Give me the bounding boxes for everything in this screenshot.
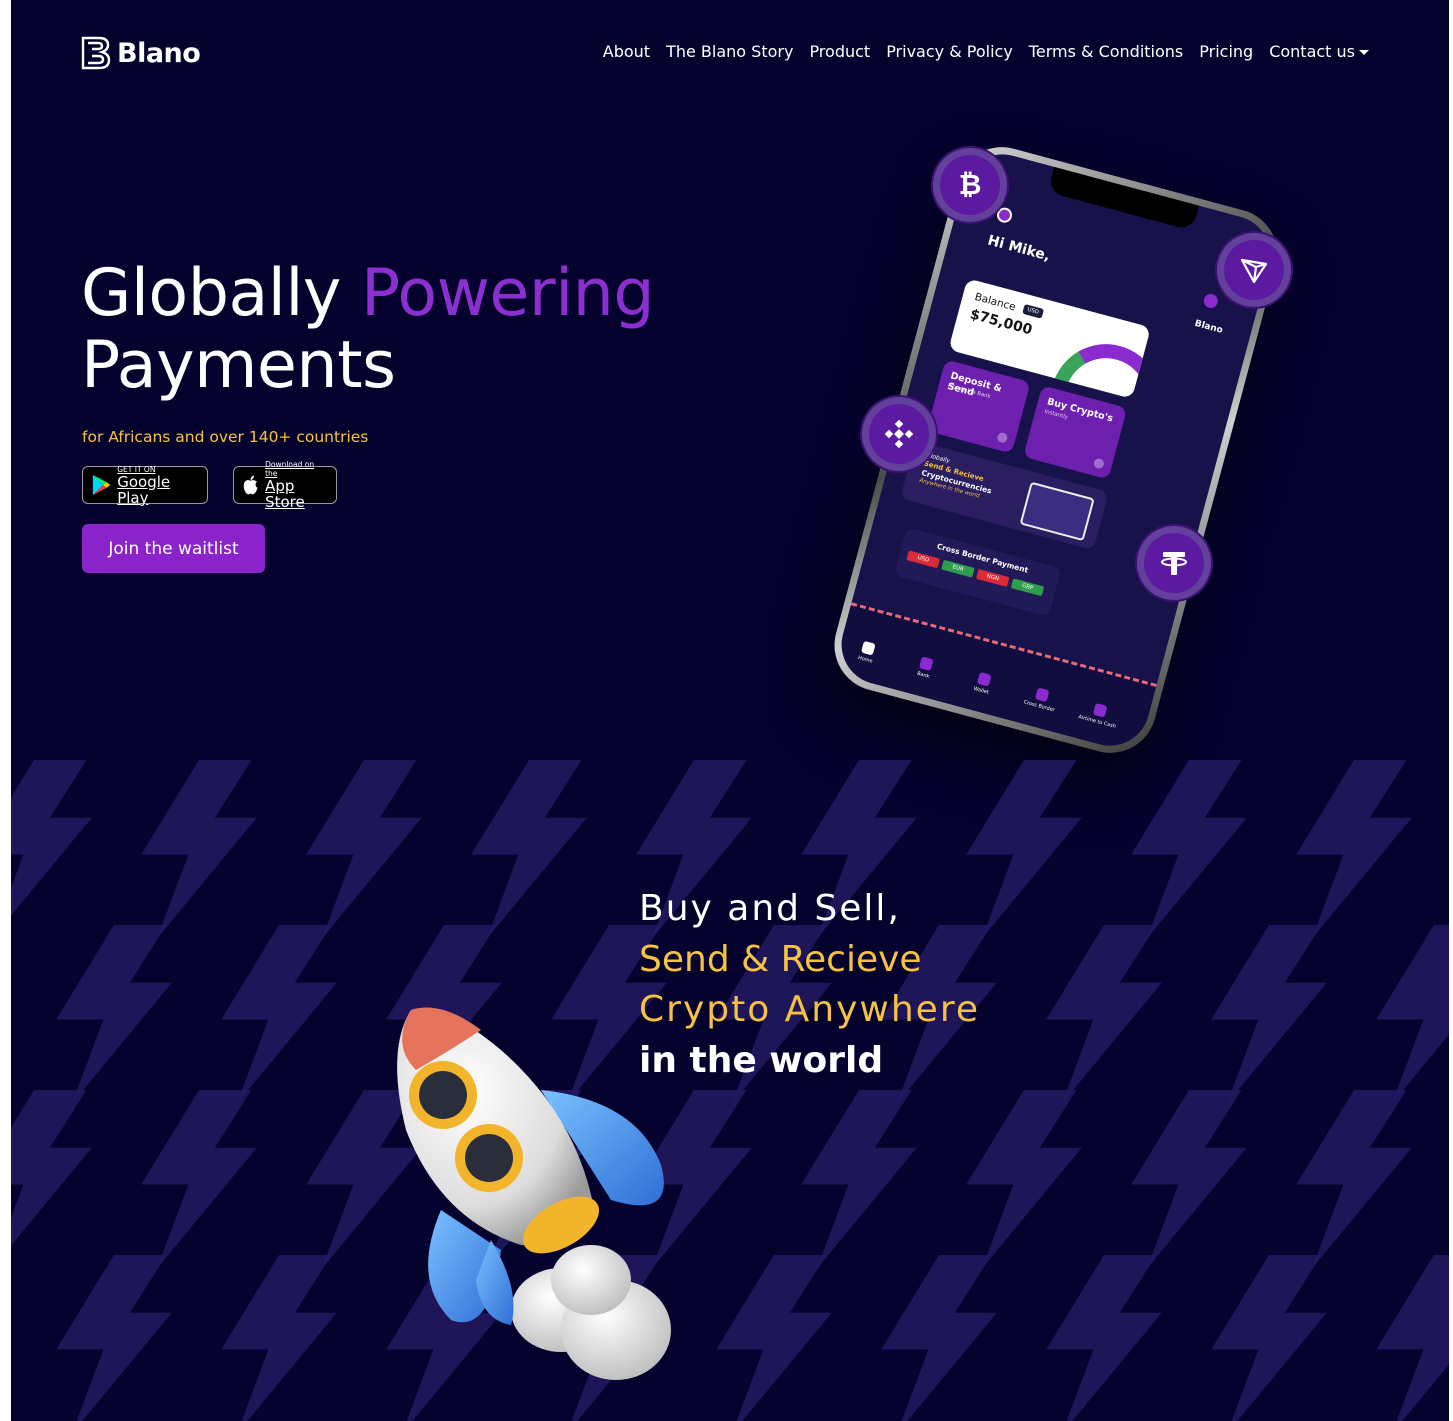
wallet-icon <box>976 671 992 687</box>
nav-contact-label: Contact us <box>1269 42 1355 61</box>
hero-title-line2: Payments <box>81 328 396 403</box>
svg-text:₿: ₿ <box>959 168 982 201</box>
chip-gbp: GBP <box>1010 578 1045 597</box>
phone-brand: Blano <box>1193 318 1224 336</box>
google-play-big: Google Play <box>117 472 171 507</box>
lightning-bolt-shape <box>471 760 587 939</box>
binance-coin-icon <box>862 397 936 471</box>
lightning-bolt-shape <box>1211 925 1327 1104</box>
chip-eur: EUR <box>941 559 975 578</box>
tab-home-label: Home <box>857 654 874 665</box>
brand-logo[interactable]: Blano <box>81 36 201 70</box>
lightning-bolt-shape <box>716 1255 832 1421</box>
phone-tab-bar: Home Bank Wallet Cross Border Airtime to… <box>832 602 1157 755</box>
lightning-bolt-shape <box>1296 760 1412 939</box>
tether-coin-icon <box>1137 526 1211 600</box>
tab-airtime-label: Airtime to Cash <box>1077 713 1117 730</box>
arrow-right-icon <box>1092 457 1106 470</box>
lightning-bolt-shape <box>141 1090 257 1269</box>
cross-border-card: Cross Border Payment USD EUR NGN GBP <box>894 527 1062 617</box>
lightning-bolt-shape <box>1376 1255 1449 1421</box>
lightning-bolt-shape <box>1046 1255 1162 1421</box>
blano-logo-icon <box>81 36 111 70</box>
nav-terms[interactable]: Terms & Conditions <box>1029 42 1183 61</box>
lightning-bolt-shape <box>881 1255 997 1421</box>
google-play-icon <box>92 474 111 496</box>
hero-title-purple: Powering <box>361 256 655 331</box>
app-store-big: App Store <box>265 477 305 511</box>
lightning-bolt-shape <box>56 1255 172 1421</box>
arrow-right-icon <box>996 431 1009 444</box>
lightning-bolt-shape <box>306 760 422 939</box>
main-nav: About The Blano Story Product Privacy & … <box>603 42 1369 61</box>
notification-icon <box>1202 292 1220 310</box>
feature-line1: Buy and Sell, <box>639 888 901 929</box>
chip-ngn: NGN <box>975 569 1010 587</box>
deposit-send-card: Deposit & Send Money Via Bank <box>926 359 1031 454</box>
tab-wallet-label: Wallet <box>972 685 990 696</box>
nav-privacy[interactable]: Privacy & Policy <box>886 42 1013 61</box>
nav-product[interactable]: Product <box>809 42 870 61</box>
tab-airtime: Airtime to Cash <box>1077 699 1121 730</box>
google-play-button[interactable]: GET IT ON Google Play <box>82 465 208 507</box>
phone-greeting: Hi Mike, <box>985 232 1052 265</box>
tron-coin-icon <box>1217 233 1291 307</box>
bitcoin-coin-icon: ₿ <box>933 148 1007 222</box>
dollar-icon <box>1034 687 1050 703</box>
feature-line2: Send & Recieve <box>639 938 922 980</box>
landing-page: Blano About The Blano Story Product Priv… <box>11 0 1449 1421</box>
tab-bank: Bank <box>903 653 947 684</box>
lightning-bolt-shape <box>966 1090 1082 1269</box>
home-icon <box>860 640 876 656</box>
promo-thumbnail <box>1019 481 1095 542</box>
currency-pill: USD <box>1022 303 1044 319</box>
lightning-bolt-shape <box>1211 1255 1327 1421</box>
lightning-bolt-shape <box>141 760 257 939</box>
lightning-bolt-shape <box>11 1090 92 1246</box>
join-waitlist-button[interactable]: Join the waitlist <box>82 524 265 573</box>
nav-about[interactable]: About <box>603 42 650 61</box>
hero-title: Globally Powering Payments <box>81 256 655 403</box>
hero-title-white: Globally <box>81 256 362 331</box>
tab-cross-border-label: Cross Border <box>1022 699 1056 714</box>
lightning-bolt-shape <box>801 1090 917 1269</box>
lightning-bolt-shape <box>1296 1090 1412 1269</box>
app-store-small: Download on the <box>265 460 315 478</box>
nav-pricing[interactable]: Pricing <box>1199 42 1253 61</box>
lightning-bolt-shape <box>1046 925 1162 1104</box>
phone-icon <box>1092 702 1108 718</box>
buy-crypto-title: Buy Crypto's <box>1045 396 1115 425</box>
chip-usd: USD <box>906 550 940 569</box>
apple-icon <box>243 475 258 495</box>
nav-contact-dropdown[interactable]: Contact us <box>1269 42 1369 61</box>
nav-story[interactable]: The Blano Story <box>666 42 793 61</box>
brand-name: Blano <box>117 37 201 69</box>
bank-icon <box>918 656 934 672</box>
tab-home: Home <box>845 637 889 668</box>
lightning-bolt-shape <box>56 925 172 1104</box>
tab-bank-label: Bank <box>916 670 931 680</box>
lightning-bolt-shape <box>1131 760 1247 939</box>
caret-down-icon <box>1359 50 1369 55</box>
lightning-bolt-shape <box>11 760 92 916</box>
buy-crypto-card: Buy Crypto's Instantly <box>1023 385 1128 480</box>
lightning-bolt-shape <box>221 1255 337 1421</box>
hero-subtitle: for Africans and over 140+ countries <box>82 428 369 446</box>
tab-wallet: Wallet <box>961 668 1005 699</box>
app-store-button[interactable]: Download on the App Store <box>233 460 337 510</box>
lightning-bolt-shape <box>1376 925 1449 1104</box>
tab-cross-border: Cross Border <box>1019 684 1063 715</box>
lightning-bolt-shape <box>1131 1090 1247 1269</box>
phone-notch <box>1047 166 1200 231</box>
lightning-bolt-shape <box>221 925 337 1104</box>
rocket-illustration <box>397 1007 671 1380</box>
lightning-bolt-shape <box>966 760 1082 939</box>
